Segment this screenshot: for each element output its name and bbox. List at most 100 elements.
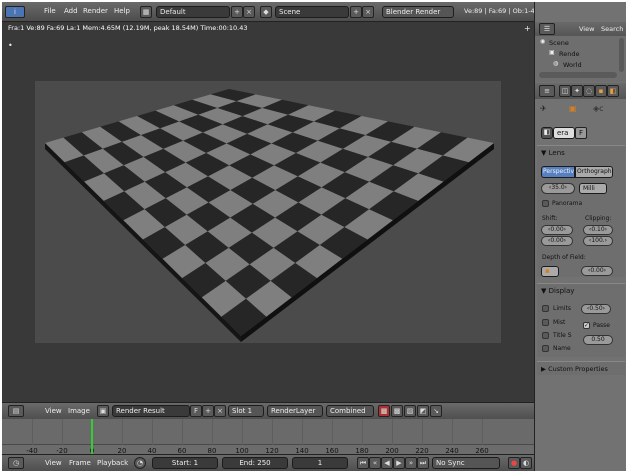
shift-x-value: 0.00 bbox=[550, 226, 564, 233]
editor-type-button[interactable]: i bbox=[5, 6, 25, 18]
name-checkbox[interactable] bbox=[542, 345, 549, 352]
jump-start-icon[interactable]: ⏮ bbox=[357, 457, 369, 469]
outliner[interactable]: ◉ Scene ▣ Rende ◍ World bbox=[535, 36, 626, 82]
outliner-item-scene[interactable]: Scene bbox=[549, 39, 569, 47]
menu-help[interactable]: Help bbox=[114, 7, 130, 15]
outliner-menu-view[interactable]: View bbox=[579, 25, 594, 33]
world-tab-icon[interactable]: ◌ bbox=[583, 85, 595, 97]
draw-zbuffer-icon[interactable]: ◩ bbox=[417, 405, 429, 417]
properties-breadcrumb: ✈ ▣ ◈c bbox=[535, 99, 626, 119]
outliner-item-render[interactable]: Rende bbox=[559, 50, 579, 58]
start-frame-field[interactable]: Start: 1 bbox=[152, 457, 218, 469]
viewport-corner-dot-icon[interactable]: • bbox=[8, 41, 13, 50]
dof-object-field[interactable]: ▪ bbox=[541, 266, 559, 277]
end-frame-field[interactable]: End: 250 bbox=[222, 457, 288, 469]
menu-add[interactable]: Add bbox=[64, 7, 78, 15]
scene-tab-icon[interactable]: ✦ bbox=[571, 85, 583, 97]
clip-end-field[interactable]: ‹100.› bbox=[583, 236, 613, 246]
timeline-gridline bbox=[242, 419, 243, 445]
image-menu-view[interactable]: View bbox=[45, 407, 62, 415]
properties-editor-type-icon[interactable]: ≡ bbox=[539, 85, 555, 97]
play-icon[interactable]: ▶ bbox=[393, 457, 405, 469]
render-engine-select[interactable]: Blender Render bbox=[382, 6, 454, 18]
custom-properties-panel[interactable]: ▶ Custom Properties bbox=[537, 361, 625, 375]
image-new-button[interactable]: + bbox=[202, 405, 214, 417]
panorama-checkbox[interactable] bbox=[542, 200, 549, 207]
current-frame-field[interactable]: 1 bbox=[292, 457, 348, 469]
dof-distance-value: 0.00 bbox=[590, 267, 604, 274]
object-tab-icon[interactable]: ▪ bbox=[595, 85, 607, 97]
outliner-editor-type-icon[interactable]: ☰ bbox=[539, 23, 555, 35]
remove-scene-button[interactable]: × bbox=[362, 6, 374, 18]
lens-panel-header[interactable]: ▼ Lens bbox=[541, 149, 565, 157]
render-tab-icon[interactable]: ◫ bbox=[559, 85, 571, 97]
name-label: Name bbox=[553, 345, 571, 352]
add-layout-button[interactable]: + bbox=[231, 6, 243, 18]
outliner-scrollbar[interactable] bbox=[539, 72, 617, 78]
prev-keyframe-icon[interactable]: « bbox=[369, 457, 381, 469]
mist-checkbox[interactable] bbox=[542, 319, 549, 326]
auto-keyframe-icon[interactable]: ● bbox=[508, 457, 520, 469]
outliner-menu-search[interactable]: Search bbox=[601, 25, 623, 33]
timeline-menu-playback[interactable]: Playback bbox=[97, 459, 128, 467]
camera-fake-user-button[interactable]: F bbox=[575, 127, 587, 139]
image-fake-user-button[interactable]: F bbox=[190, 405, 202, 417]
timeline[interactable]: -40-200204060801001201401601802002202402… bbox=[2, 419, 534, 455]
orthographic-toggle[interactable]: Orthograph bbox=[575, 166, 613, 178]
lens-unit-select[interactable]: Milli bbox=[579, 183, 607, 194]
remove-layout-button[interactable]: × bbox=[243, 6, 255, 18]
3d-viewport[interactable]: Fra:1 Ve:89 Fa:69 La:1 Mem:4.65M (12.19M… bbox=[2, 22, 534, 402]
timeline-menu-view[interactable]: View bbox=[45, 459, 62, 467]
draw-image-alpha-icon[interactable]: ▩ bbox=[378, 405, 390, 417]
record-keyframe-icon[interactable]: ◔ bbox=[134, 457, 146, 469]
camera-data-name-field[interactable]: era bbox=[553, 127, 575, 139]
camera-data-tab-icon[interactable]: ◧ bbox=[607, 85, 619, 97]
play-reverse-icon[interactable]: ◀ bbox=[381, 457, 393, 469]
next-keyframe-icon[interactable]: » bbox=[405, 457, 417, 469]
shift-y-field[interactable]: ‹0.00› bbox=[541, 236, 573, 246]
limits-checkbox[interactable] bbox=[542, 305, 549, 312]
custom-properties-header[interactable]: ▶ Custom Properties bbox=[541, 365, 608, 373]
image-unlink-button[interactable]: × bbox=[214, 405, 226, 417]
sync-mode-select[interactable]: No Sync bbox=[432, 457, 500, 469]
scene-icon[interactable]: ◆ bbox=[260, 6, 272, 18]
timeline-gridline bbox=[182, 419, 183, 445]
viewport-corner-plus-icon[interactable]: + bbox=[524, 24, 531, 33]
title-safe-checkbox[interactable] bbox=[542, 332, 549, 339]
display-panel-header[interactable]: ▼ Display bbox=[541, 287, 574, 295]
slot-select[interactable]: Slot 1 bbox=[228, 405, 264, 417]
screen-layout-field[interactable]: Default bbox=[156, 6, 230, 18]
image-pin-icon[interactable]: ↘ bbox=[430, 405, 442, 417]
menu-file[interactable]: File bbox=[44, 7, 56, 15]
screen-layout-icon[interactable]: ▦ bbox=[140, 6, 152, 18]
pin-icon[interactable]: ✈ bbox=[540, 104, 547, 113]
camera-data-type-icon[interactable]: ◧ bbox=[541, 127, 553, 139]
perspective-toggle[interactable]: Perspective bbox=[541, 166, 575, 178]
add-scene-button[interactable]: + bbox=[350, 6, 362, 18]
menu-render[interactable]: Render bbox=[83, 7, 108, 15]
timeline-menu-frame[interactable]: Frame bbox=[69, 459, 91, 467]
timeline-gridline bbox=[272, 419, 273, 445]
jump-end-icon[interactable]: ⏭ bbox=[417, 457, 429, 469]
dof-distance-field[interactable]: ‹0.00› bbox=[581, 266, 613, 276]
focal-length-field[interactable]: ‹35.0› bbox=[541, 183, 575, 194]
outliner-vscrollbar[interactable] bbox=[619, 38, 624, 72]
render-layer-select[interactable]: RenderLayer bbox=[267, 405, 323, 417]
outliner-item-world[interactable]: World bbox=[563, 61, 582, 69]
passepartout-checkbox[interactable]: ✓ bbox=[583, 322, 590, 329]
timeline-editor-type-icon[interactable]: ◷ bbox=[8, 457, 24, 469]
image-editor-type-icon[interactable]: ▤ bbox=[8, 405, 24, 417]
passepartout-alpha-field[interactable]: 0.50 bbox=[583, 335, 613, 345]
scene-field[interactable]: Scene bbox=[275, 6, 349, 18]
image-browse-icon[interactable]: ▣ bbox=[97, 405, 109, 417]
draw-alpha-icon[interactable]: ▨ bbox=[404, 405, 416, 417]
image-name-field[interactable]: Render Result bbox=[112, 405, 190, 417]
clip-start-field[interactable]: ‹0.10› bbox=[583, 225, 613, 235]
image-menu-image[interactable]: Image bbox=[68, 407, 90, 415]
render-pass-select[interactable]: Combined bbox=[326, 405, 374, 417]
draw-image-icon[interactable]: ▩ bbox=[391, 405, 403, 417]
limits-size-field[interactable]: ‹0.50› bbox=[581, 304, 611, 314]
shift-x-field[interactable]: ‹0.00› bbox=[541, 225, 573, 235]
keying-set-icon[interactable]: ◐ bbox=[520, 457, 532, 469]
timeline-current-frame-marker[interactable] bbox=[91, 419, 93, 454]
